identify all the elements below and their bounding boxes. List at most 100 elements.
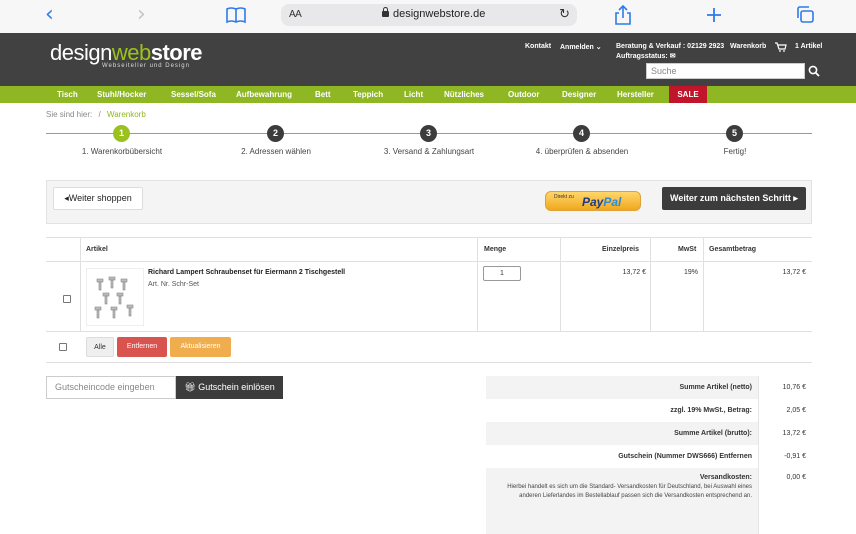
search-input[interactable]: Suche [646,63,805,79]
product-article-number: Art. Nr. Schr-Set [148,281,199,288]
logo-web: web [111,40,151,65]
remove-button[interactable]: Entfernen [117,337,167,357]
row-divider [46,331,812,332]
vat-rate: 19% [683,269,698,276]
logo-design: design [50,40,112,65]
menu-item-aufbewahrung[interactable]: Aufbewahrung [236,90,292,99]
select-all-checkbox[interactable] [59,343,67,351]
quantity-input[interactable]: 1 [483,266,521,281]
continue-shopping-button[interactable]: ◂Weiter shoppen [53,187,143,210]
shipping-note: Hierbei handelt es sich um die Standard-… [507,484,752,499]
paypal-pay: Pay [582,195,604,209]
totals-label: Summe Artikel (netto) [486,376,758,399]
bookmarks-book-icon[interactable] [225,5,247,25]
cart-icon[interactable] [775,42,787,52]
share-icon[interactable] [612,5,634,25]
next-step-label: Weiter zum nächsten Schritt [670,193,791,203]
header-divider [46,261,812,262]
col-divider [80,237,81,331]
totals-value: 13,72 € [758,422,812,445]
beratung-text: Beratung & Verkauf : 02129 2923 [616,43,725,50]
menu-item-sale[interactable]: SALE [669,86,707,103]
forward-arrow-icon[interactable]: › [137,4,146,26]
coupon-placeholder: Gutscheincode eingeben [55,382,155,392]
row-total: 13,72 € [782,269,806,276]
shipping-label: Versandkosten: [699,474,752,481]
product-name-link[interactable]: Richard Lampert Schraubenset für Eierman… [148,269,345,276]
anmelden-label: Anmelden [560,44,594,51]
lock-icon [382,7,389,17]
breadcrumb: Sie sind hier: / Warenkorb [46,110,146,119]
col-divider [477,237,478,331]
tabs-overview-icon[interactable] [795,5,817,25]
step-2-label: 2. Adressen wählen [241,147,311,156]
continue-shopping-label: Weiter shoppen [68,193,132,203]
paypal-pal: Pal [603,195,622,209]
menu-item-stuhl-hocker[interactable]: Stuhl/Hocker [97,90,146,99]
row-select-checkbox[interactable] [63,295,71,303]
checkout-action-bar: ◂Weiter shoppen Direkt zu PayPal Weiter … [46,180,812,224]
totals-row: Gutschein (Nummer DWS666) Entfernen -0,9… [486,445,812,468]
reload-icon[interactable]: ↻ [559,7,570,22]
menu-item-nuetzliches[interactable]: Nützliches [444,90,484,99]
chevron-down-icon: ⌄ [595,44,602,51]
step-1-circle: 1 [113,125,130,142]
new-tab-plus-icon[interactable] [703,5,725,25]
anmelden-link[interactable]: Anmelden ⌄ [560,43,602,51]
reader-aa-button[interactable]: AA [289,9,302,20]
update-button[interactable]: Aktualisieren [170,337,231,357]
menu-item-outdoor[interactable]: Outdoor [508,90,540,99]
step-3-circle: 3 [420,125,437,142]
header-gesamtbetrag: Gesamtbetrag [709,246,757,253]
coupon-code-input[interactable]: Gutscheincode eingeben [46,376,176,399]
warenkorb-link[interactable]: Warenkorb [730,43,766,50]
col-divider [703,237,704,331]
site-header: designwebstore Webseiteller und Design K… [0,33,856,86]
totals-label: zzgl. 19% MwSt., Betrag: [486,399,758,422]
totals-value: -0,91 € [758,445,812,468]
auftragsstatus-link[interactable]: Auftragsstatus: ✉ [616,52,676,60]
redeem-coupon-button[interactable]: 🎁︎ Gutschein einlösen [176,376,283,399]
logo-tagline: Webseiteller und Design [102,63,190,69]
breadcrumb-prefix: Sie sind hier: [46,110,93,119]
back-arrow-icon[interactable]: ‹ [45,4,54,26]
menu-item-teppich[interactable]: Teppich [353,90,383,99]
table-bottom-border [46,362,812,363]
coupon-totals-label[interactable]: Gutschein (Nummer DWS666) Entfernen [486,445,758,468]
col-divider [560,237,561,331]
step-4-circle: 4 [573,125,590,142]
shipping-cell: Versandkosten: Hierbei handelt es sich u… [486,468,758,534]
breadcrumb-current[interactable]: Warenkorb [107,110,146,119]
menu-item-designer[interactable]: Designer [562,90,596,99]
url-text[interactable]: designwebstore.de [393,8,485,20]
shipping-row: Versandkosten: Hierbei handelt es sich u… [486,468,812,534]
step-5-label: Fertig! [723,147,747,156]
paypal-logo: PayPal [582,195,621,209]
menu-item-sessel-sofa[interactable]: Sessel/Sofa [171,90,216,99]
address-bar[interactable]: AA designwebstore.de ↻ [281,4,577,26]
select-all-button[interactable]: Alle [86,337,114,357]
menu-item-licht[interactable]: Licht [404,90,423,99]
kontakt-link[interactable]: Kontakt [525,43,551,50]
cart-table: Artikel Menge Einzelpreis MwSt Gesamtbet… [46,237,812,363]
totals-value: 2,05 € [758,399,812,422]
totals-label: Summe Artikel (brutto): [486,422,758,445]
search-icon[interactable] [808,65,820,77]
totals-row: Summe Artikel (brutto): 13,72 € [486,422,812,445]
paypal-checkout-button[interactable]: Direkt zu PayPal [545,191,641,211]
header-artikel: Artikel [86,246,108,253]
product-image[interactable] [86,268,144,326]
cart-count[interactable]: 1 Artikel [795,43,822,50]
menu-item-bett[interactable]: Bett [315,90,331,99]
unit-price: 13,72 € [622,269,646,276]
header-einzelpreis: Einzelpreis [602,246,639,253]
step-4-label: 4. überprüfen & absenden [535,147,629,156]
menu-item-tisch[interactable]: Tisch [57,90,78,99]
next-step-button[interactable]: Weiter zum nächsten Schritt ▸ [662,187,806,210]
redeem-coupon-label: Gutschein einlösen [198,382,275,392]
caret-right-icon: ▸ [793,193,798,203]
search-placeholder: Suche [651,66,677,76]
auftragsstatus-label: Auftragsstatus: [616,53,668,60]
col-divider [650,237,651,331]
menu-item-hersteller[interactable]: Hersteller [617,90,654,99]
